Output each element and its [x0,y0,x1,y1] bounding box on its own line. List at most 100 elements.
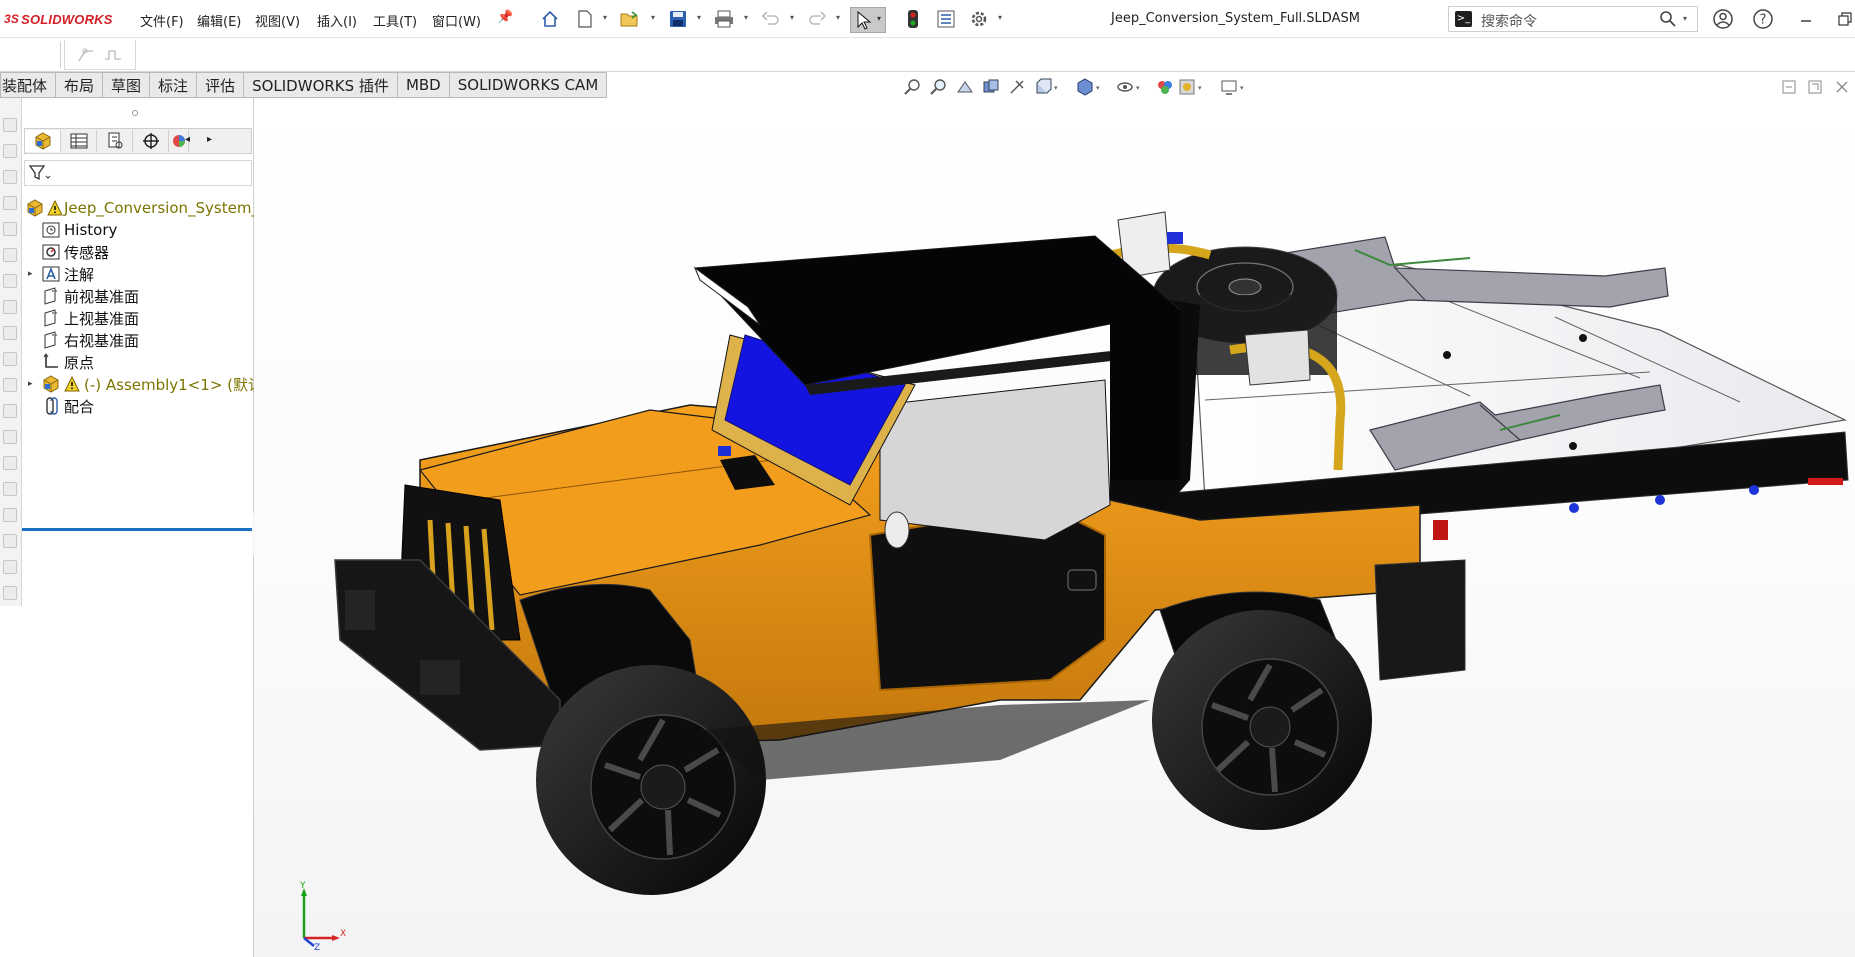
zoom-to-fit-icon[interactable] [904,78,922,96]
previous-view-icon[interactable] [956,78,974,96]
panel-grip-handle[interactable] [132,110,138,116]
viewport-close-icon[interactable] [1835,80,1849,94]
hole-alignment-icon[interactable] [3,586,17,600]
tree-item-front-plane[interactable]: 前视基准面 [22,285,254,307]
hide-show-items-icon[interactable] [1116,78,1134,96]
tree-item-annotations[interactable]: ▸ 注解 [22,263,254,285]
undo-dropdown-icon[interactable]: ▾ [790,13,798,23]
tree-item-mates[interactable]: 配合 [22,395,254,417]
interference-detection-icon[interactable] [3,534,17,548]
file-properties-icon[interactable] [935,8,957,30]
tab-solidworks-cam[interactable]: SOLIDWORKS CAM [449,72,608,98]
tab-assembly[interactable]: 装配体 [0,72,57,98]
menu-insert[interactable]: 插入(I) [317,11,357,30]
front-wheel[interactable] [536,665,766,895]
filter-funnel-icon[interactable] [29,164,51,182]
jeep-model-render[interactable] [254,98,1855,957]
tree-filter-box[interactable] [24,160,252,186]
sketch-line-icon[interactable] [103,47,123,63]
tab-markup[interactable]: 标注 [150,72,198,98]
search-dropdown-icon[interactable]: ▾ [1683,14,1687,23]
tabs-scroll-left-icon[interactable]: ◂ [185,134,190,145]
save-icon[interactable] [667,8,689,30]
print-icon[interactable] [713,8,735,30]
open-folder-icon[interactable] [619,8,641,30]
menu-tools[interactable]: 工具(T) [373,11,417,30]
menu-edit[interactable]: 编辑(E) [197,11,241,30]
tab-solidworks-addins[interactable]: SOLIDWORKS 插件 [244,72,398,98]
new-dropdown-icon[interactable]: ▾ [603,13,611,23]
apply-scene-dropdown-icon[interactable]: ▾ [1198,84,1202,92]
redo-dropdown-icon[interactable]: ▾ [836,13,844,23]
tree-root-assembly[interactable]: Jeep_Conversion_System_Full [22,197,254,219]
search-icon[interactable] [1659,10,1677,28]
apply-scene-icon[interactable] [1178,78,1196,96]
display-style-icon[interactable] [1076,78,1094,96]
print-dropdown-icon[interactable]: ▾ [744,13,752,23]
menu-file[interactable]: 文件(F) [140,11,184,30]
graphics-area[interactable] [254,98,1855,957]
tab-configuration-manager[interactable] [97,130,133,152]
tree-item-right-plane[interactable]: 右视基准面 [22,329,254,351]
smart-dimension-icon[interactable] [77,47,97,63]
select-dropdown-icon[interactable]: ▾ [877,14,881,23]
linear-pattern-icon[interactable] [3,196,17,210]
home-icon[interactable] [539,8,561,30]
zoom-to-area-icon[interactable] [930,78,948,96]
tab-sketch[interactable]: 草图 [103,72,151,98]
assembly-features-icon[interactable] [3,300,17,314]
view-orientation-icon[interactable] [1034,78,1052,96]
section-view-icon[interactable] [982,78,1000,96]
large-assembly-mode-icon[interactable] [3,508,17,522]
tree-item-sensors[interactable]: 传感器 [22,241,254,263]
solidworks-logo[interactable]: 3S SOLIDWORKS [4,10,113,28]
component-preview-icon[interactable] [3,170,17,184]
search-commands-box[interactable]: >_ 搜索命令 ▾ [1448,6,1698,32]
expand-arrow-icon[interactable]: ▸ [28,269,33,279]
rebuild-traffic-light-icon[interactable] [902,8,924,30]
viewport-maximize-icon[interactable] [1808,80,1822,94]
redo-icon[interactable] [806,8,828,30]
take-snapshot-icon[interactable] [3,482,17,496]
pin-menu-icon[interactable]: 📌 [497,10,513,25]
select-tool-button[interactable]: ▾ [850,7,886,33]
tab-feature-manager[interactable] [25,130,61,152]
minimize-icon[interactable] [1795,8,1817,30]
expand-arrow-icon[interactable]: ▸ [28,379,33,389]
menu-view[interactable]: 视图(V) [255,11,300,30]
tree-item-history[interactable]: History [22,219,254,241]
mate-icon[interactable] [3,144,17,158]
tree-item-origin[interactable]: 原点 [22,351,254,373]
viewport-restore-icon[interactable] [1782,80,1796,94]
view-orientation-dropdown-icon[interactable]: ▾ [1054,84,1058,92]
hide-show-dropdown-icon[interactable]: ▾ [1136,84,1140,92]
tree-item-top-plane[interactable]: 上视基准面 [22,307,254,329]
exploded-view-icon[interactable] [3,404,17,418]
save-dropdown-icon[interactable]: ▾ [697,13,705,23]
dynamic-annotation-icon[interactable] [1008,78,1026,96]
insert-components-icon[interactable] [3,118,17,132]
tabs-scroll-right-icon[interactable]: ▸ [207,134,212,145]
show-hidden-icon[interactable] [3,274,17,288]
search-input[interactable]: 搜索命令 [1481,11,1537,31]
options-gear-icon[interactable] [968,8,990,30]
edit-appearance-icon[interactable] [1156,78,1174,96]
display-style-dropdown-icon[interactable]: ▾ [1096,84,1100,92]
bill-of-materials-icon[interactable] [3,378,17,392]
menu-window[interactable]: 窗口(W) [432,11,481,30]
new-document-icon[interactable] [574,8,596,30]
reference-geometry-icon[interactable] [3,326,17,340]
update-speedpak-icon[interactable] [3,456,17,470]
smart-fasteners-icon[interactable] [3,222,17,236]
help-icon[interactable]: ? [1752,8,1774,30]
user-account-icon[interactable] [1712,8,1734,30]
tree-item-subassembly[interactable]: ▸ (-) Assembly1<1> (默认<默认_显示状态-1>) [22,373,254,395]
open-dropdown-icon[interactable]: ▾ [651,13,659,23]
undo-icon[interactable] [760,8,782,30]
move-component-icon[interactable] [3,248,17,262]
view-settings-icon[interactable] [1220,78,1238,96]
options-dropdown-icon[interactable]: ▾ [998,13,1006,23]
restore-window-icon[interactable] [1833,8,1855,30]
tab-evaluate[interactable]: 评估 [197,72,245,98]
tab-mbd[interactable]: MBD [397,72,450,98]
